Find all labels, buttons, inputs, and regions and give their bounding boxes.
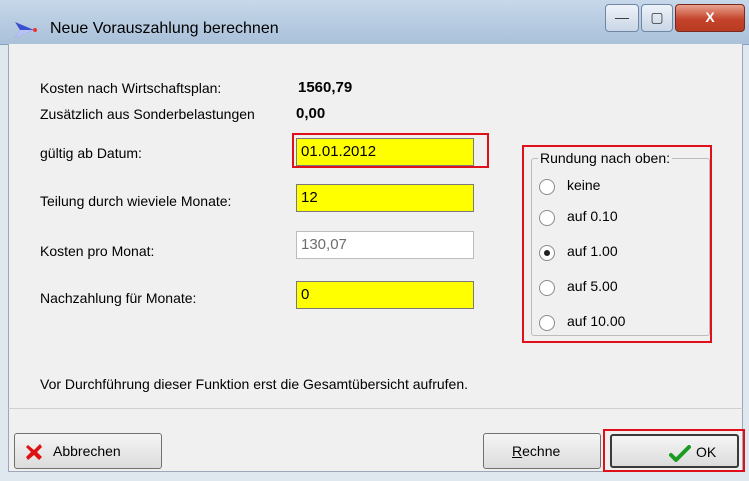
backpay-months-label: Nachzahlung für Monate:	[40, 290, 197, 306]
cost-plan-label: Kosten nach Wirtschaftsplan:	[40, 80, 222, 96]
ok-button-label: OK	[696, 444, 717, 460]
backpay-months-input[interactable]: 0	[296, 281, 474, 309]
checkmark-icon	[669, 445, 691, 462]
radio-none[interactable]	[539, 179, 555, 195]
radio-5-00-label[interactable]: auf 5.00	[567, 278, 618, 294]
radio-5-00[interactable]	[539, 280, 555, 296]
cost-plan-value: 1560,79	[298, 79, 353, 96]
calculate-label-rest: echne	[522, 443, 561, 459]
radio-0-10-label[interactable]: auf 0.10	[567, 208, 618, 224]
annotation-box-date	[292, 133, 489, 168]
minimize-button[interactable]: —	[605, 4, 639, 32]
calculate-button[interactable]: Rechne	[483, 433, 601, 469]
cancel-button[interactable]: Abbrechen	[14, 433, 162, 469]
monthly-cost-field: 130,07	[296, 231, 474, 259]
cancel-button-label: Abbrechen	[53, 443, 121, 459]
ok-button[interactable]: OK	[610, 434, 739, 468]
radio-none-label[interactable]: keine	[567, 177, 600, 193]
months-divisor-label: Teilung durch wieviele Monate:	[40, 193, 232, 209]
app-arrow-icon	[15, 22, 37, 38]
extra-charges-value: 0,00	[296, 105, 326, 122]
radio-1-00[interactable]	[539, 245, 555, 261]
calculate-mnemonic: R	[512, 443, 523, 459]
window-title: Neue Vorauszahlung berechnen	[50, 20, 279, 37]
notice-text: Vor Durchführung dieser Funktion erst di…	[40, 376, 468, 392]
rounding-groupbox	[531, 158, 710, 336]
extra-charges-label: Zusätzlich aus Sonderbelastungen	[40, 106, 255, 122]
rounding-legend: Rundung nach oben:	[538, 150, 672, 166]
radio-10-00-label[interactable]: auf 10.00	[567, 313, 625, 329]
title-bar: Neue Vorauszahlung berechnen — ▢ X	[0, 0, 749, 45]
monthly-cost-label: Kosten pro Monat:	[40, 243, 155, 259]
valid-from-label: gültig ab Datum:	[40, 145, 142, 161]
red-x-icon	[26, 444, 42, 460]
radio-0-10[interactable]	[539, 210, 555, 226]
radio-10-00[interactable]	[539, 315, 555, 331]
close-button[interactable]: X	[675, 4, 745, 32]
calculate-button-label: Rechne	[512, 443, 560, 459]
maximize-button[interactable]: ▢	[641, 4, 673, 32]
radio-1-00-label[interactable]: auf 1.00	[567, 243, 618, 259]
months-divisor-input[interactable]: 12	[296, 184, 474, 212]
